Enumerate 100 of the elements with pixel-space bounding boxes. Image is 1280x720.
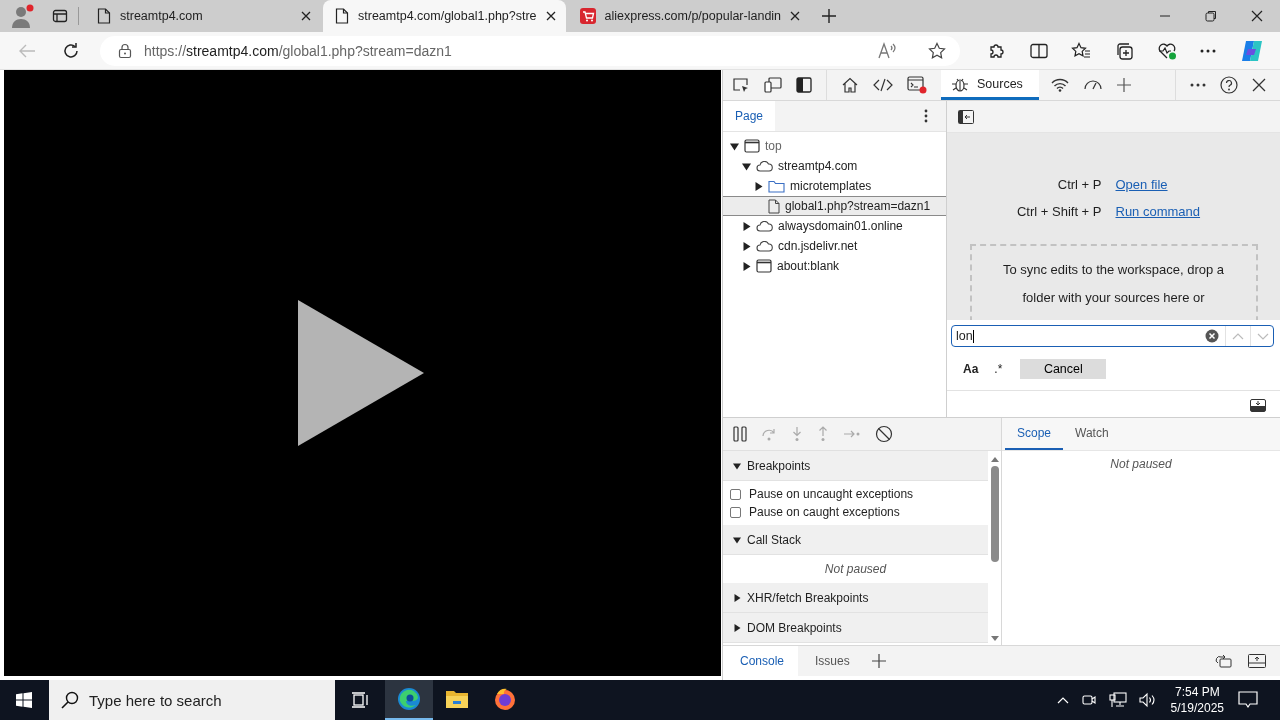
regex-toggle[interactable]: .* [990,360,1007,378]
restore-icon[interactable] [1205,10,1217,22]
tree-item[interactable]: streamtp4.com [723,156,946,176]
triangle-icon[interactable] [741,221,751,231]
tree-item[interactable]: top [723,136,946,156]
split-screen-icon[interactable] [1029,42,1048,59]
section-header[interactable]: Breakpoints [723,451,988,481]
notification-icon[interactable] [1238,691,1258,709]
browser-tab[interactable]: streamtp4.com [85,0,321,32]
close-icon[interactable] [301,11,311,21]
heartbeat-icon[interactable] [1156,41,1177,60]
panel-tab[interactable]: Watch [1063,418,1121,450]
search-field[interactable]: lon [951,325,1274,347]
close-icon[interactable] [790,11,801,21]
network-icon[interactable] [1108,692,1127,708]
close-icon[interactable] [1252,78,1266,92]
console-icon[interactable] [907,76,927,94]
chevron-up-icon[interactable] [1056,696,1069,704]
section-header[interactable]: DOM Breakpoints [723,613,988,643]
scroll-up-icon[interactable] [990,457,999,462]
browser-tab[interactable]: streamtp4.com/global1.php?stre [323,0,566,32]
volume-icon[interactable] [1138,692,1157,708]
cloud-icon [756,220,773,232]
scroll-down-icon[interactable] [990,636,999,641]
triangle-icon[interactable] [733,623,741,632]
clear-icon[interactable] [1205,329,1219,343]
tree-item[interactable]: alwaysdomain01.online [723,216,946,236]
page-icon [97,8,111,24]
triangle-icon[interactable] [741,161,751,171]
drawer-tab[interactable]: Console [723,646,799,676]
tab-actions-icon[interactable] [52,8,68,24]
pause-icon[interactable] [733,426,747,442]
edge-icon [397,687,421,711]
gauge-icon[interactable] [1082,78,1103,92]
clock-time[interactable]: 7:54 PM [1174,684,1220,700]
tree-item[interactable]: microtemplates [723,176,946,196]
page-tab[interactable]: Page [723,101,776,131]
drawer-tab[interactable]: Issues [798,646,864,676]
kebab-menu-icon[interactable] [924,109,928,123]
more-icon[interactable] [1190,83,1206,87]
dock-bottom-icon[interactable] [1250,398,1266,412]
camera-icon[interactable] [1080,692,1097,708]
close-icon[interactable] [1251,10,1263,22]
dock-bottom-icon[interactable] [1248,654,1266,668]
shortcut-keys: Ctrl + Shift + P [1016,204,1102,219]
inspect-icon[interactable] [732,77,750,93]
wifi-icon[interactable] [1050,78,1069,92]
triangle-icon[interactable] [729,141,739,151]
more-icon[interactable] [1200,48,1217,53]
page-icon [335,8,349,24]
lock-icon [118,42,132,59]
section-header[interactable]: Call Stack [723,525,988,555]
triangle-icon[interactable] [741,261,751,271]
tree-item[interactable]: about:blank [723,256,946,276]
shortcut-link[interactable]: Run command [1115,204,1201,219]
favorites-icon[interactable] [1071,41,1092,60]
clock-date[interactable]: 5/19/2025 [1170,700,1224,716]
tree-item[interactable]: cdn.jsdelivr.net [723,236,946,256]
copilot-icon[interactable] [1240,38,1265,63]
address-bar[interactable]: https://streamtp4.com/global1.php?stream=dazn1 [100,35,960,66]
triangle-icon[interactable] [733,461,741,470]
home-icon[interactable] [841,77,859,93]
reload-icon[interactable] [62,41,80,60]
sources-tab[interactable]: Sources [941,70,1039,100]
shortcut-link[interactable]: Open file [1115,177,1201,192]
new-tab-icon[interactable] [822,9,837,23]
checkbox[interactable] [730,488,741,500]
close-icon[interactable] [545,11,556,21]
checkbox[interactable] [730,506,741,518]
edge-app-button[interactable] [385,680,433,720]
triangle-icon[interactable] [741,241,751,251]
windows-logo-icon[interactable] [16,692,32,708]
section-header[interactable]: XHR/fetch Breakpoints [723,583,988,613]
panel-tab[interactable]: Scope [1005,418,1064,450]
play-icon[interactable] [297,300,424,446]
deactivate-breakpoints-icon[interactable] [875,425,893,443]
video-player[interactable] [4,70,721,676]
task-view-icon[interactable] [351,692,369,708]
read-aloud-icon[interactable] [878,41,898,60]
collections-icon[interactable] [1114,41,1133,60]
help-icon[interactable] [1220,76,1238,94]
firefox-icon [493,687,517,711]
device-icon[interactable] [764,77,782,93]
triangle-icon[interactable] [733,593,741,602]
add-icon[interactable] [1116,78,1131,92]
dock-icon[interactable] [796,77,812,93]
sidebar-toggle-icon[interactable] [958,109,974,124]
browser-tab[interactable]: aliexpress.com/p/popular-landin [567,0,811,32]
triangle-icon[interactable] [733,535,741,544]
taskbar-search-field[interactable]: Type here to search [49,680,335,720]
tree-item[interactable]: global1.php?stream=dazn1 [723,196,946,216]
star-icon[interactable] [928,41,946,60]
cancel-button[interactable]: Cancel [1020,359,1107,379]
match-case-toggle[interactable]: Aa [959,360,983,378]
add-icon[interactable] [871,654,886,668]
code-icon[interactable] [873,78,893,92]
puzzle-icon[interactable] [987,41,1006,60]
file-icon [768,198,780,214]
rotate-panel-icon[interactable] [1214,654,1232,668]
triangle-icon[interactable] [753,181,763,191]
